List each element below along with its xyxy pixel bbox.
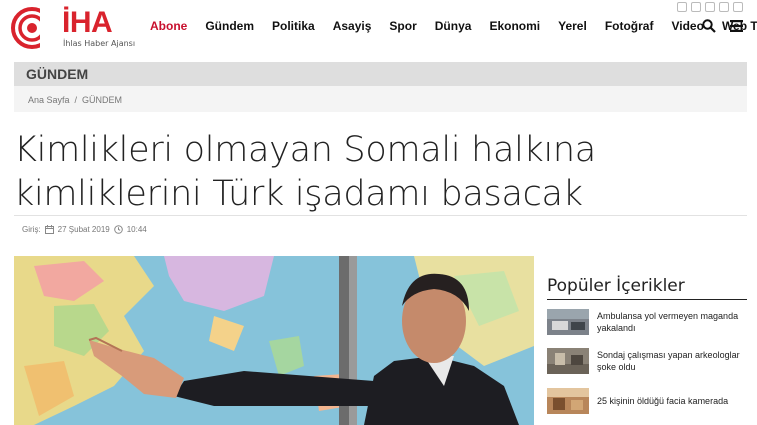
breadcrumb-home[interactable]: Ana Sayfa (28, 95, 70, 105)
popular-item-3[interactable]: 25 kişinin öldüğü facia kamerada (547, 387, 747, 415)
rss-icon[interactable] (733, 2, 743, 12)
breadcrumb-separator: / (74, 95, 78, 105)
twitter-icon[interactable] (691, 2, 701, 12)
nav-item-ekonomi[interactable]: Ekonomi (489, 19, 540, 33)
breadcrumb-current[interactable]: GÜNDEM (82, 95, 122, 105)
meta-label: Giriş: (22, 225, 41, 234)
popular-item-1[interactable]: Ambulansa yol vermeyen maganda yakalandı (547, 308, 747, 336)
breadcrumb: Ana Sayfa / GÜNDEM (28, 95, 122, 105)
article-photo[interactable] (14, 256, 534, 425)
main-nav: Abone Gündem Politika Asayiş Spor Dünya … (150, 19, 757, 33)
instagram-icon[interactable] (719, 2, 729, 12)
category-title: GÜNDEM (14, 62, 747, 86)
social-links (677, 2, 743, 12)
popular-title: Popüler İçerikler (547, 276, 685, 296)
nav-item-dunya[interactable]: Dünya (435, 19, 472, 33)
site-logo[interactable]: İHA İhlas Haber Ajansı (10, 6, 135, 52)
popular-thumb-3 (547, 388, 589, 414)
logo-text: İHA (62, 6, 113, 39)
article-date: 27 Şubat 2019 (57, 225, 110, 234)
article-time: 10:44 (126, 225, 147, 234)
nav-item-spor[interactable]: Spor (389, 19, 416, 33)
nav-item-fotograf[interactable]: Fotoğraf (605, 19, 654, 33)
category-bar: GÜNDEM Ana Sayfa / GÜNDEM (14, 62, 747, 112)
nav-item-gundem[interactable]: Gündem (205, 19, 254, 33)
popular-item-2[interactable]: Sondaj çalışması yapan arkeologlar şoke … (547, 347, 747, 375)
youtube-icon[interactable] (705, 2, 715, 12)
popular-divider (547, 299, 747, 300)
nav-item-abone[interactable]: Abone (150, 19, 187, 33)
nav-item-asayis[interactable]: Asayiş (333, 19, 372, 33)
menu-icon[interactable] (730, 20, 743, 32)
search-icon[interactable] (702, 19, 716, 33)
popular-item-2-text: Sondaj çalışması yapan arkeologlar şoke … (597, 350, 740, 372)
popular-thumb-1 (547, 309, 589, 335)
nav-item-video[interactable]: Video (671, 19, 703, 33)
article-meta: Giriş: 27 Şubat 2019 10:44 (22, 225, 147, 234)
title-divider (14, 215, 747, 216)
clock-icon (113, 225, 123, 234)
nav-item-yerel[interactable]: Yerel (558, 19, 587, 33)
nav-item-politika[interactable]: Politika (272, 19, 315, 33)
logo-rings-icon (11, 6, 62, 52)
site-header: İHA İhlas Haber Ajansı Abone Gündem Poli… (0, 0, 757, 56)
calendar-icon (44, 225, 54, 234)
facebook-icon[interactable] (677, 2, 687, 12)
photo-map-businessman (14, 256, 534, 425)
popular-thumb-2 (547, 348, 589, 374)
popular-item-1-text: Ambulansa yol vermeyen maganda yakalandı (597, 311, 739, 333)
popular-item-3-text: 25 kişinin öldüğü facia kamerada (597, 396, 729, 406)
article-title: Kimlikleri olmayan Somali halkına kimlik… (14, 130, 596, 214)
logo-subtitle: İhlas Haber Ajansı (63, 39, 136, 48)
